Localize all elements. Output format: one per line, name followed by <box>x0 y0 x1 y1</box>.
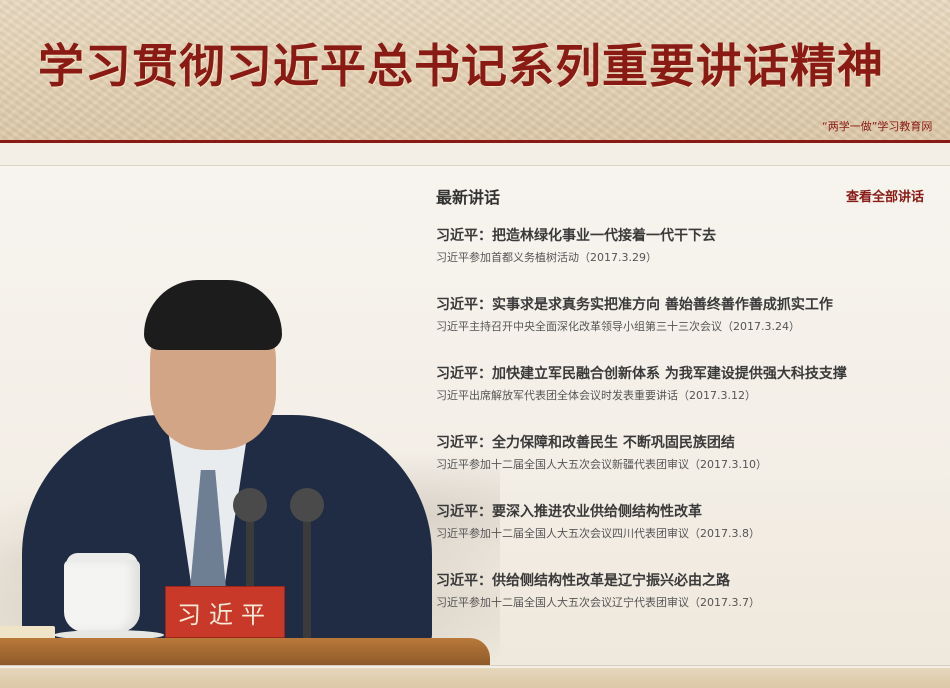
microphone-head-icon <box>290 488 324 522</box>
speech-list: 习近平：把造林绿化事业一代接着一代干下去 习近平参加首都义务植树活动（2017.… <box>436 226 936 640</box>
header-banner: 学习贯彻习近平总书记系列重要讲话精神 “两学一做”学习教育网 <box>0 0 950 140</box>
banner-marquee-link[interactable]: “两学一做”学习教育网 <box>822 118 950 136</box>
list-item: 习近平：供给侧结构性改革是辽宁振兴必由之路 习近平参加十二届全国人大五次会议辽宁… <box>436 571 936 640</box>
list-item: 习近平：把造林绿化事业一代接着一代干下去 习近平参加首都义务植树活动（2017.… <box>436 226 936 295</box>
bottom-section-strip <box>0 668 950 688</box>
section-title: 最新讲话 <box>436 188 501 207</box>
tea-cup-icon <box>64 560 140 632</box>
speech-subtitle: 习近平参加首都义务植树活动（2017.3.29） <box>436 251 657 264</box>
speech-subtitle: 习近平参加十二届全国人大五次会议辽宁代表团审议（2017.3.7） <box>436 596 760 609</box>
microphone-head-icon <box>233 488 267 522</box>
microphone-icon <box>303 510 311 640</box>
speech-title-link[interactable]: 习近平：供给侧结构性改革是辽宁振兴必由之路 <box>436 571 936 591</box>
banner-divider <box>0 140 950 143</box>
speech-title-link[interactable]: 习近平：要深入推进农业供给侧结构性改革 <box>436 502 936 522</box>
speech-subtitle: 习近平参加十二届全国人大五次会议新疆代表团审议（2017.3.10） <box>436 458 767 471</box>
speech-title-link[interactable]: 习近平：加快建立军民融合创新体系 为我军建设提供强大科技支撑 <box>436 364 936 384</box>
list-item: 习近平：实事求是求真务实把准方向 善始善终善作善成抓实工作 习近平主持召开中央全… <box>436 295 936 364</box>
bottom-divider <box>0 665 950 666</box>
speech-title-link[interactable]: 习近平：把造林绿化事业一代接着一代干下去 <box>436 226 936 246</box>
list-item: 习近平：要深入推进农业供给侧结构性改革 习近平参加十二届全国人大五次会议四川代表… <box>436 502 936 571</box>
speech-title-link[interactable]: 习近平：全力保障和改善民生 不断巩固民族团结 <box>436 433 936 453</box>
list-item: 习近平：加快建立军民融合创新体系 为我军建设提供强大科技支撑 习近平出席解放军代… <box>436 364 936 433</box>
speech-subtitle: 习近平主持召开中央全面深化改革领导小组第三十三次会议（2017.3.24） <box>436 320 800 333</box>
banner-title: 学习贯彻习近平总书记系列重要讲话精神 <box>38 39 884 93</box>
speech-subtitle: 习近平参加十二届全国人大五次会议四川代表团审议（2017.3.8） <box>436 527 760 540</box>
speech-subtitle: 习近平出席解放军代表团全体会议时发表重要讲话（2017.3.12） <box>436 389 756 402</box>
nameplate: 习近平 <box>165 586 285 638</box>
list-item: 习近平：全力保障和改善民生 不断巩固民族团结 习近平参加十二届全国人大五次会议新… <box>436 433 936 502</box>
speech-title-link[interactable]: 习近平：实事求是求真务实把准方向 善始善终善作善成抓实工作 <box>436 295 936 315</box>
view-all-speeches-link[interactable]: 查看全部讲话 <box>846 186 924 205</box>
desk <box>0 638 490 665</box>
